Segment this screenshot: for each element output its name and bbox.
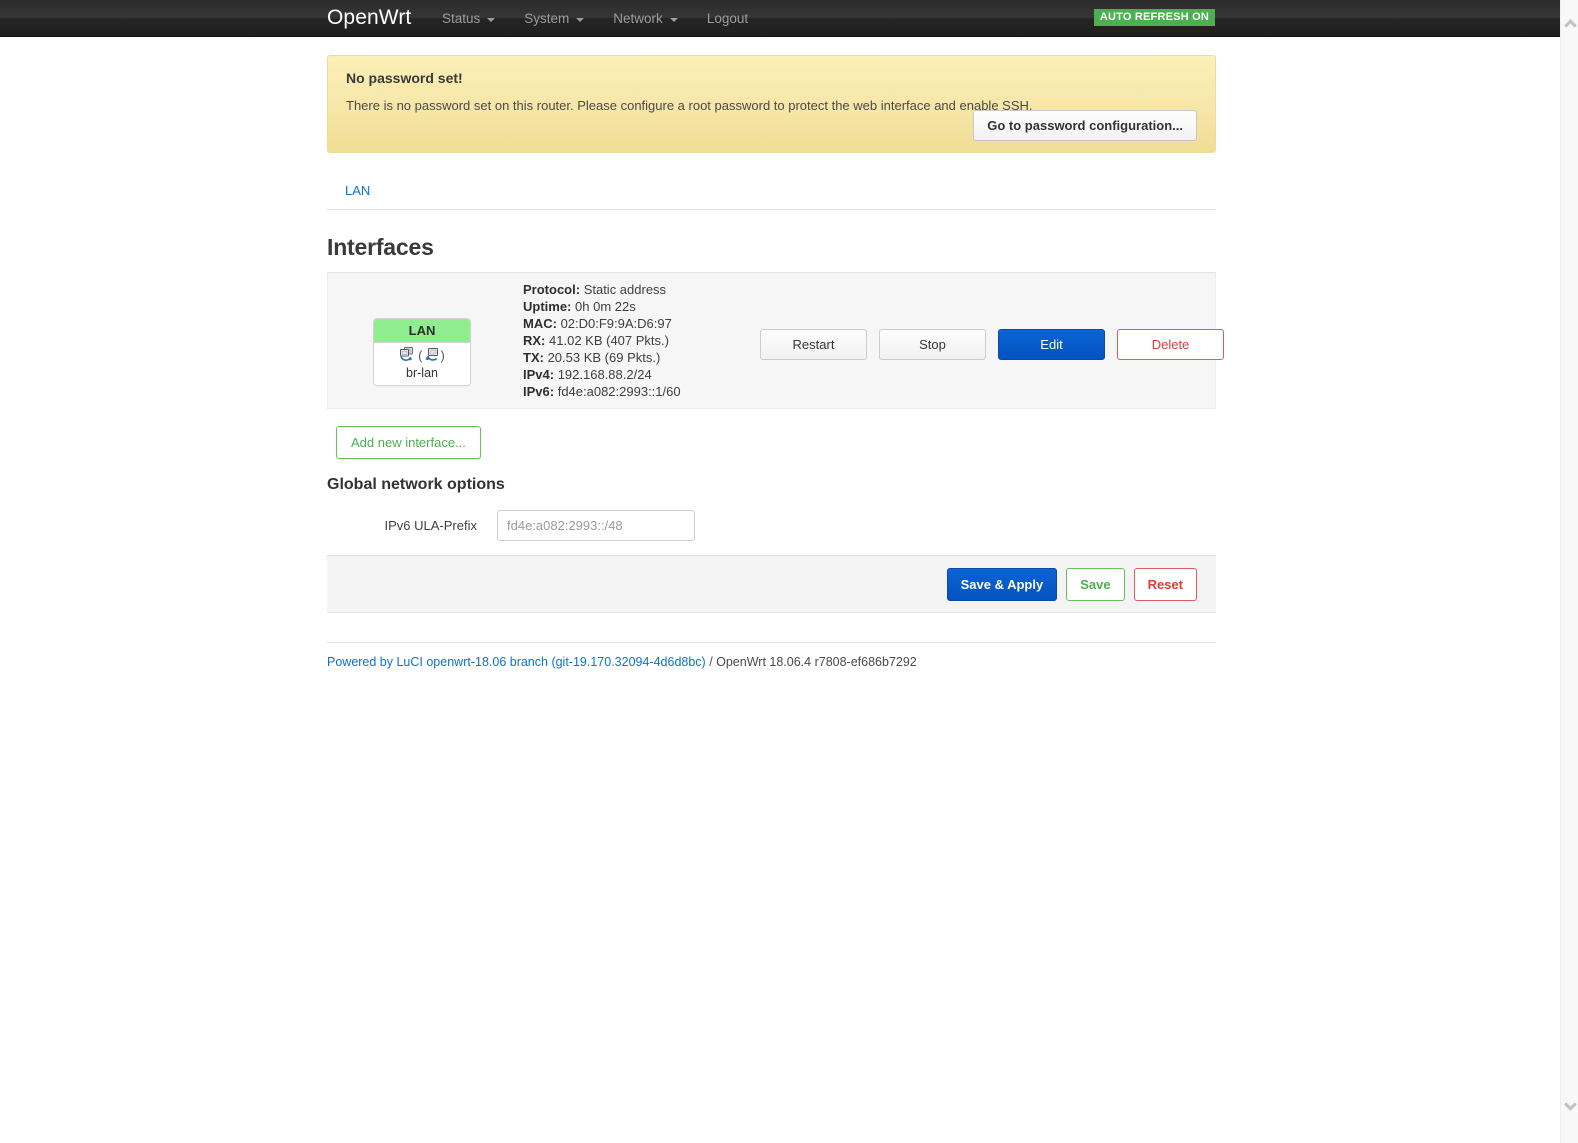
detail-rx-value: 41.02 KB (407 Pkts.) bbox=[549, 333, 669, 348]
detail-mac-value: 02:D0:F9:9A:D6:97 bbox=[560, 316, 672, 331]
interface-action-buttons: Restart Stop Edit Delete bbox=[760, 329, 1224, 360]
add-new-interface-button[interactable]: Add new interface... bbox=[336, 426, 481, 459]
page-title: Interfaces bbox=[327, 234, 434, 260]
go-to-password-configuration-button[interactable]: Go to password configuration... bbox=[973, 110, 1197, 141]
reset-button[interactable]: Reset bbox=[1133, 568, 1197, 601]
detail-tx: TX: 20.53 KB (69 Pkts.) bbox=[523, 349, 681, 366]
save-bar: Save & Apply Save Reset bbox=[327, 555, 1216, 613]
auto-refresh-badge[interactable]: AUTO REFRESH ON bbox=[1093, 9, 1215, 26]
detail-tx-label: TX: bbox=[523, 350, 544, 365]
save-bar-buttons: Save & Apply Save Reset bbox=[946, 568, 1197, 601]
scroll-down-button[interactable] bbox=[1561, 1091, 1578, 1121]
brand-logo[interactable]: OpenWrt bbox=[327, 4, 411, 32]
content-container: No password set! There is no password se… bbox=[327, 37, 1224, 669]
main-menu: Status System Network Logout bbox=[428, 0, 763, 37]
detail-protocol: Protocol: Static address bbox=[523, 281, 681, 298]
ipv6-ula-prefix-label: IPv6 ULA-Prefix bbox=[384, 518, 477, 533]
top-navbar: OpenWrt Status System Network Logout AUT… bbox=[0, 0, 1560, 37]
detail-mac-label: MAC: bbox=[523, 316, 557, 331]
detail-ipv6-value: fd4e:a082:2993::1/60 bbox=[557, 384, 681, 399]
interface-tabs: LAN bbox=[327, 183, 1216, 210]
detail-uptime-value: 0h 0m 22s bbox=[575, 299, 636, 314]
scroll-up-button[interactable] bbox=[1561, 8, 1578, 38]
interface-details: Protocol: Static address Uptime: 0h 0m 2… bbox=[523, 281, 681, 400]
menu-item-network-label: Network bbox=[613, 11, 663, 26]
tab-lan[interactable]: LAN bbox=[342, 183, 373, 205]
footer: Powered by LuCI openwrt-18.06 branch (gi… bbox=[327, 655, 1216, 669]
detail-uptime: Uptime: 0h 0m 22s bbox=[523, 298, 681, 315]
detail-protocol-label: Protocol: bbox=[523, 282, 581, 297]
notice-title: No password set! bbox=[346, 70, 463, 86]
navbar-inner: OpenWrt Status System Network Logout AUT… bbox=[0, 0, 1560, 37]
detail-rx: RX: 41.02 KB (407 Pkts.) bbox=[523, 332, 681, 349]
close-paren: ) bbox=[440, 347, 445, 363]
interface-badge-name: LAN bbox=[374, 319, 470, 343]
detail-ipv4-value: 192.168.88.2/24 bbox=[557, 367, 652, 382]
detail-rx-label: RX: bbox=[523, 333, 546, 348]
menu-item-logout[interactable]: Logout bbox=[693, 0, 763, 37]
interface-badge-body: ( ) br-lan bbox=[374, 343, 470, 385]
edit-button[interactable]: Edit bbox=[998, 329, 1105, 360]
ipv6-ula-prefix-row: IPv6 ULA-Prefix bbox=[327, 510, 1216, 541]
interface-badge-container: LAN () br-lan bbox=[373, 318, 471, 386]
detail-mac: MAC: 02:D0:F9:9A:D6:97 bbox=[523, 315, 681, 332]
detail-protocol-value: Static address bbox=[583, 282, 667, 297]
save-button[interactable]: Save bbox=[1066, 568, 1125, 601]
chevron-down-icon bbox=[669, 17, 678, 22]
restart-button[interactable]: Restart bbox=[760, 329, 867, 360]
footer-divider bbox=[327, 642, 1216, 643]
interface-device-name: br-lan bbox=[406, 366, 438, 380]
detail-tx-value: 20.53 KB (69 Pkts.) bbox=[547, 350, 661, 365]
stop-button[interactable]: Stop bbox=[879, 329, 986, 360]
detail-ipv4: IPv4: 192.168.88.2/24 bbox=[523, 366, 681, 383]
network-device-icon bbox=[399, 347, 416, 365]
menu-item-network[interactable]: Network bbox=[599, 0, 693, 37]
page-scrollbar[interactable] bbox=[1560, 0, 1578, 1143]
chevron-down-icon bbox=[1563, 1097, 1577, 1111]
detail-uptime-label: Uptime: bbox=[523, 299, 572, 314]
delete-button[interactable]: Delete bbox=[1117, 329, 1224, 360]
global-network-options-title: Global network options bbox=[327, 476, 505, 493]
menu-item-logout-label: Logout bbox=[706, 11, 749, 26]
open-paren: ( bbox=[418, 347, 423, 363]
chevron-up-icon bbox=[1563, 18, 1577, 32]
menu-item-system[interactable]: System bbox=[510, 0, 599, 37]
interface-row-lan: LAN () br-lan Protocol: Static address … bbox=[327, 272, 1224, 409]
detail-ipv4-label: IPv4: bbox=[523, 367, 555, 382]
chevron-down-icon bbox=[576, 17, 585, 22]
luci-version-link[interactable]: Powered by LuCI openwrt-18.06 branch (gi… bbox=[327, 655, 706, 669]
detail-ipv6: IPv6: fd4e:a082:2993::1/60 bbox=[523, 383, 681, 400]
openwrt-version-text: / OpenWrt 18.06.4 r7808-ef686b7292 bbox=[705, 655, 917, 669]
save-and-apply-button[interactable]: Save & Apply bbox=[946, 568, 1058, 601]
openwrt-luci-page: OpenWrt Status System Network Logout AUT… bbox=[0, 0, 1578, 1143]
ipv6-ula-prefix-input[interactable] bbox=[497, 510, 695, 541]
menu-item-system-label: System bbox=[524, 11, 570, 26]
interface-badge[interactable]: LAN () br-lan bbox=[373, 318, 471, 386]
chevron-down-icon bbox=[487, 17, 496, 22]
detail-ipv6-label: IPv6: bbox=[523, 384, 555, 399]
no-password-notice: No password set! There is no password se… bbox=[327, 55, 1216, 153]
interface-icons: ( ) bbox=[374, 347, 470, 365]
network-device-icon bbox=[425, 347, 439, 365]
menu-item-status-label: Status bbox=[442, 11, 481, 26]
menu-item-status[interactable]: Status bbox=[428, 0, 510, 37]
